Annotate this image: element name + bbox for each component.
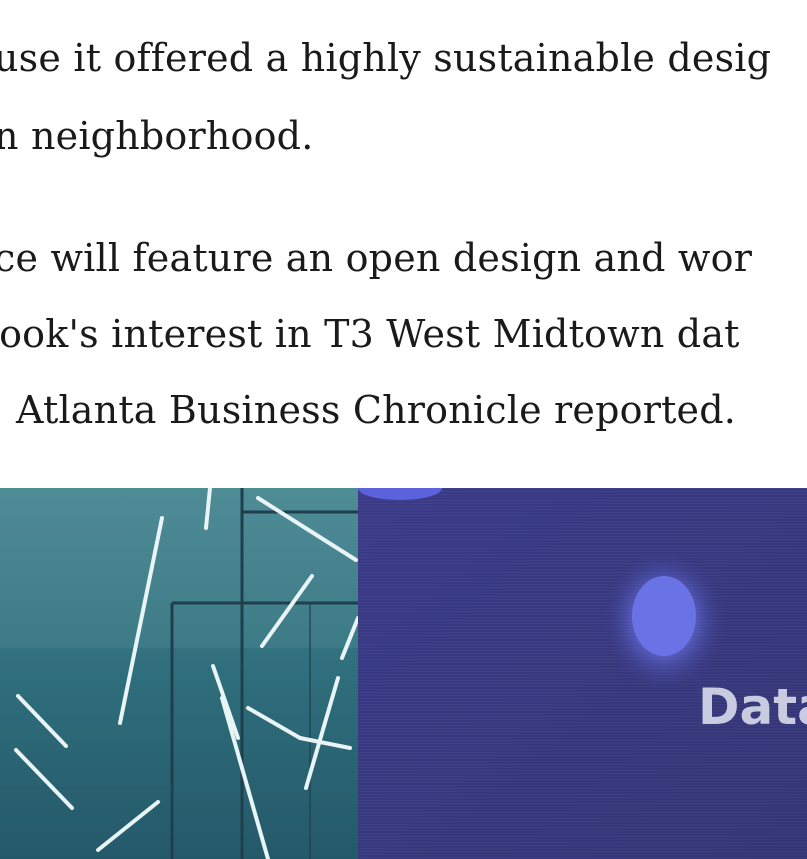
article: use it offered a highly sustainable desi… <box>0 0 807 859</box>
paragraph-2-line-2: oook's interest in T3 West Midtown dat <box>0 312 740 356</box>
paragraph-1-line-2: n neighborhood. <box>0 114 314 158</box>
glass-wall <box>0 488 358 859</box>
glow-orb <box>632 576 696 656</box>
presentation-screen: Data <box>358 488 807 859</box>
paragraph-1-line-1: use it offered a highly sustainable desi… <box>0 36 772 80</box>
photo-illustration: Data <box>0 488 807 859</box>
paragraph-2-line-3: Atlanta Business Chronicle reported. <box>16 388 737 432</box>
screen-text: Data <box>698 678 807 736</box>
cropped-text-fragment <box>0 1 803 13</box>
paragraph-2-line-1: ce will feature an open design and wor <box>0 236 753 280</box>
cut-off-line <box>0 0 803 22</box>
article-body: use it offered a highly sustainable desi… <box>0 0 807 470</box>
article-photo[interactable]: Data <box>0 488 807 859</box>
